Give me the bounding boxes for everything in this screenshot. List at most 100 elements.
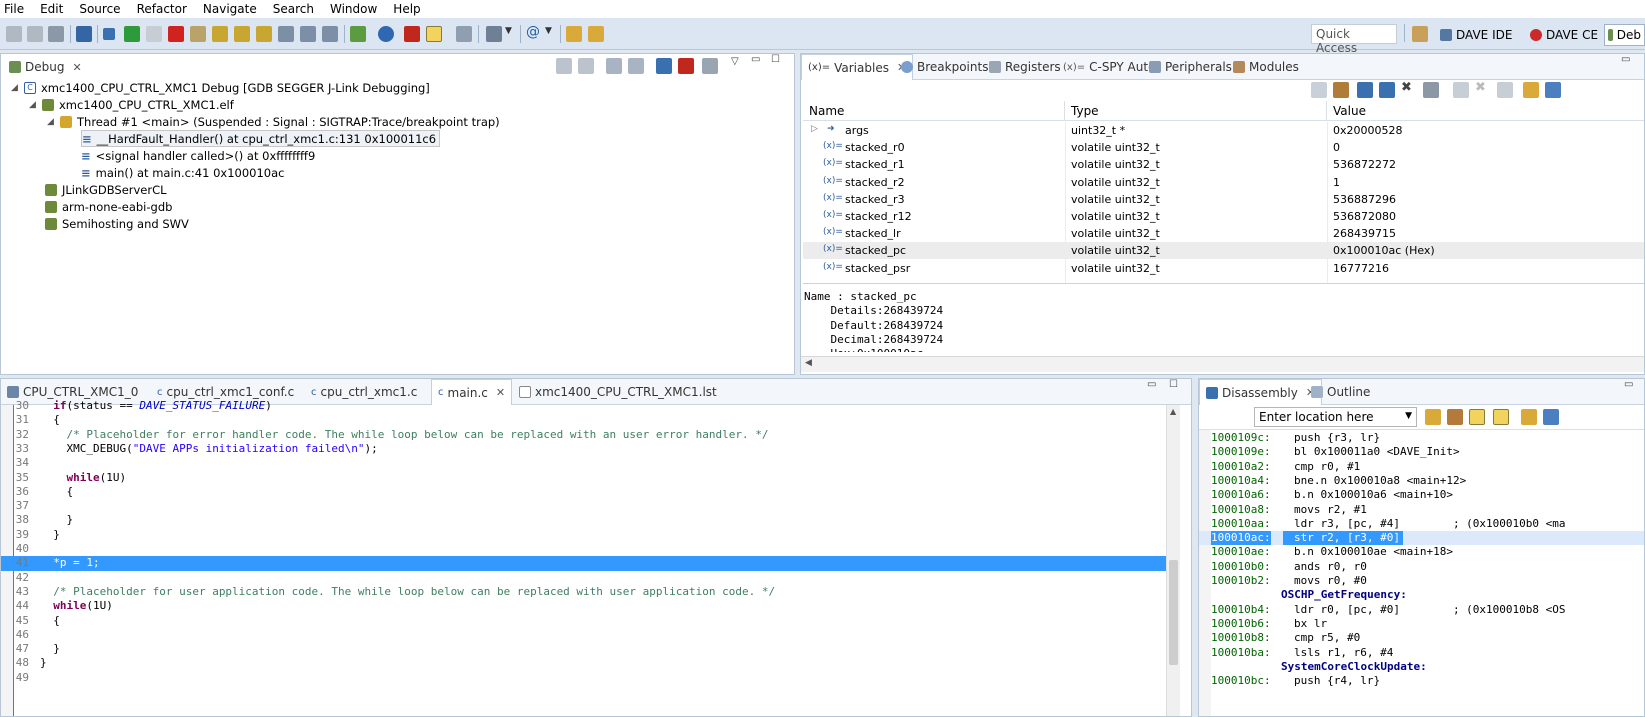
new-view-icon[interactable] [1523,82,1539,98]
column-name[interactable]: Name [803,101,1065,121]
code-line[interactable]: 47 } [1,642,1166,656]
expand-icon[interactable] [628,58,644,74]
build-icon[interactable] [76,26,92,42]
suspend-icon[interactable] [146,26,162,42]
variable-value[interactable]: 268439715 [1333,227,1396,240]
variable-row[interactable]: (x)= stacked_pc volatile uint32_t 0x100010a… [803,242,1644,260]
menu-help[interactable]: Help [393,2,420,16]
restart-icon[interactable] [404,26,420,42]
disassembly-line[interactable]: 100010aa: ldr r3, [pc, #4] ; (0x100010b0 … [1199,517,1644,531]
code-line[interactable]: 48} [1,656,1166,670]
expand-arrow-icon[interactable]: ◢ [47,117,55,127]
debug-config-icon[interactable] [456,26,472,42]
chevron-down-icon[interactable]: ▼ [545,26,553,42]
vertical-scrollbar[interactable]: ▲ [1166,405,1180,716]
tree-jlink[interactable]: JLinkGDBServerCL [45,181,167,198]
variable-row[interactable]: (x)= stacked_r1 volatile uint32_t 536872272 [803,156,1644,173]
chevron-down-icon[interactable]: ▼ [505,26,513,42]
code-line[interactable]: 44 while(1U) [1,599,1166,613]
disassembly-line[interactable]: 100010b0: ands r0, r0 [1199,560,1644,574]
open-project-icon[interactable] [588,26,604,42]
code-line[interactable]: 45 { [1,614,1166,628]
step-return-icon[interactable] [256,26,272,42]
scroll-left-icon[interactable]: ◀ [805,358,812,368]
goto-address-icon[interactable] [1425,409,1441,425]
code-line[interactable]: 43 /* Placeholder for user application c… [1,585,1166,599]
code-line[interactable]: 40 [1,542,1166,556]
code-line[interactable]: 42 [1,571,1166,585]
disassembly-label[interactable]: SystemCoreClockUpdate: [1199,660,1644,674]
logical-structure-icon[interactable] [1379,82,1395,98]
code-line[interactable]: 31 { [1,413,1166,427]
connect-icon[interactable] [702,58,718,74]
code-line[interactable]: 38 } [1,513,1166,527]
tree-launch[interactable]: ◢ C xmc1400_CPU_CTRL_XMC1 Debug [GDB SEG… [11,79,430,96]
save-all-icon[interactable] [27,26,43,42]
variable-row[interactable]: (x)= stacked_r0 volatile uint32_t 0 [803,139,1644,156]
perspective-debug[interactable]: Deb [1604,24,1645,46]
variable-value[interactable]: 1 [1333,176,1340,189]
variable-value[interactable]: 536872272 [1333,158,1396,171]
disassembly-line[interactable]: 100010a6: b.n 0x100010a6 <main+10> [1199,488,1644,502]
expand-arrow-icon[interactable]: ◢ [29,100,37,110]
tree-elf[interactable]: ◢ xmc1400_CPU_CTRL_XMC1.elf [29,96,234,113]
export-icon[interactable] [1545,82,1561,98]
at-icon[interactable]: @ [526,24,542,40]
remove-disabled-icon[interactable]: ✖ [1475,80,1491,96]
terminate-relaunch-icon[interactable] [678,58,694,74]
disassembly-line[interactable]: 100010b8: cmp r5, #0 [1199,631,1644,645]
disassembly-line[interactable]: 100010b2: movs r0, #0 [1199,574,1644,588]
disassembly-line[interactable]: 100010a4: bne.n 0x100010a8 <main+12> [1199,474,1644,488]
disassembly-code[interactable]: 1000109c: push {r3, lr} 1000109e: bl 0x1000… [1199,431,1644,716]
step-into-icon[interactable] [212,26,228,42]
menu-refactor[interactable]: Refactor [137,2,187,16]
tab-debug[interactable]: Debug ✕ [3,54,88,80]
open-perspective-icon[interactable] [1412,26,1428,42]
refresh-icon[interactable] [350,26,366,42]
code-line[interactable]: 39 } [1,528,1166,542]
tree-frame-signal[interactable]: ≡ <signal handler called>() at 0xfffffff… [81,147,315,164]
print-icon[interactable] [48,26,64,42]
code-line[interactable]: 35 while(1U) [1,471,1166,485]
disassembly-label[interactable]: OSCHP_GetFrequency: [1199,588,1644,602]
chevron-down-icon[interactable]: ▼ [1405,411,1412,421]
use-step-filters-icon[interactable] [322,26,338,42]
code-line[interactable]: 46 [1,628,1166,642]
disassembly-line[interactable]: 100010b6: bx lr [1199,617,1644,631]
quick-access-input[interactable]: Quick Access [1311,24,1397,55]
disassembly-line[interactable]: 100010ae: b.n 0x100010ae <main+18> [1199,545,1644,559]
remove-icon[interactable]: ✖ [1401,80,1417,96]
tree-thread[interactable]: ◢ Thread #1 <main> (Suspended : Signal :… [47,113,500,130]
code-line[interactable]: 41 *p = 1; [1,556,1166,571]
disassembly-line[interactable]: 100010a2: cmp r0, #1 [1199,460,1644,474]
collapse-all-icon[interactable] [1311,82,1327,98]
disassembly-line[interactable]: 1000109e: bl 0x100011a0 <DAVE_Init> [1199,445,1644,459]
link-with-active-context-icon[interactable] [1469,409,1485,425]
tab-modules[interactable]: Modules [1227,54,1305,80]
variable-row[interactable]: (x)= stacked_lr volatile uint32_t 268439715 [803,225,1644,242]
maximize-icon[interactable]: ☐ [1169,379,1178,390]
disconnect-icon[interactable] [190,26,206,42]
export-icon[interactable] [1543,409,1559,425]
scrollbar-thumb[interactable] [1169,560,1178,665]
reset-target-icon[interactable] [378,26,394,42]
column-value[interactable]: Value [1327,101,1644,121]
show-source-icon[interactable] [1493,409,1509,425]
disassembly-line[interactable]: 100010a8: movs r2, #1 [1199,503,1644,517]
code-line[interactable]: 34 [1,456,1166,470]
variable-row[interactable]: (x)= stacked_r2 volatile uint32_t 1 [803,174,1644,191]
menu-edit[interactable]: Edit [40,2,63,16]
close-icon[interactable]: ✕ [496,386,505,399]
tab-outline[interactable]: Outline [1305,379,1376,405]
disassembly-line[interactable]: 100010ac: str r2, [r3, #0] [1199,531,1644,546]
disassembly-line[interactable]: 1000109c: push {r3, lr} [1199,431,1644,445]
disassembly-line[interactable]: 100010ba: lsls r1, r6, #4 [1199,646,1644,660]
minimize-icon[interactable]: ▭ [1624,379,1633,390]
variable-value[interactable]: 536872080 [1333,210,1396,223]
tab-peripherals[interactable]: Peripherals [1143,54,1238,80]
scroll-up-icon[interactable]: ▲ [1170,407,1176,416]
variable-row[interactable]: (x)= stacked_r12 volatile uint32_t 53687208… [803,208,1644,225]
add-watch-icon[interactable] [1333,82,1349,98]
minimize-icon[interactable]: ▭ [1147,379,1156,390]
expand-arrow-icon[interactable]: ▷ [811,124,818,134]
